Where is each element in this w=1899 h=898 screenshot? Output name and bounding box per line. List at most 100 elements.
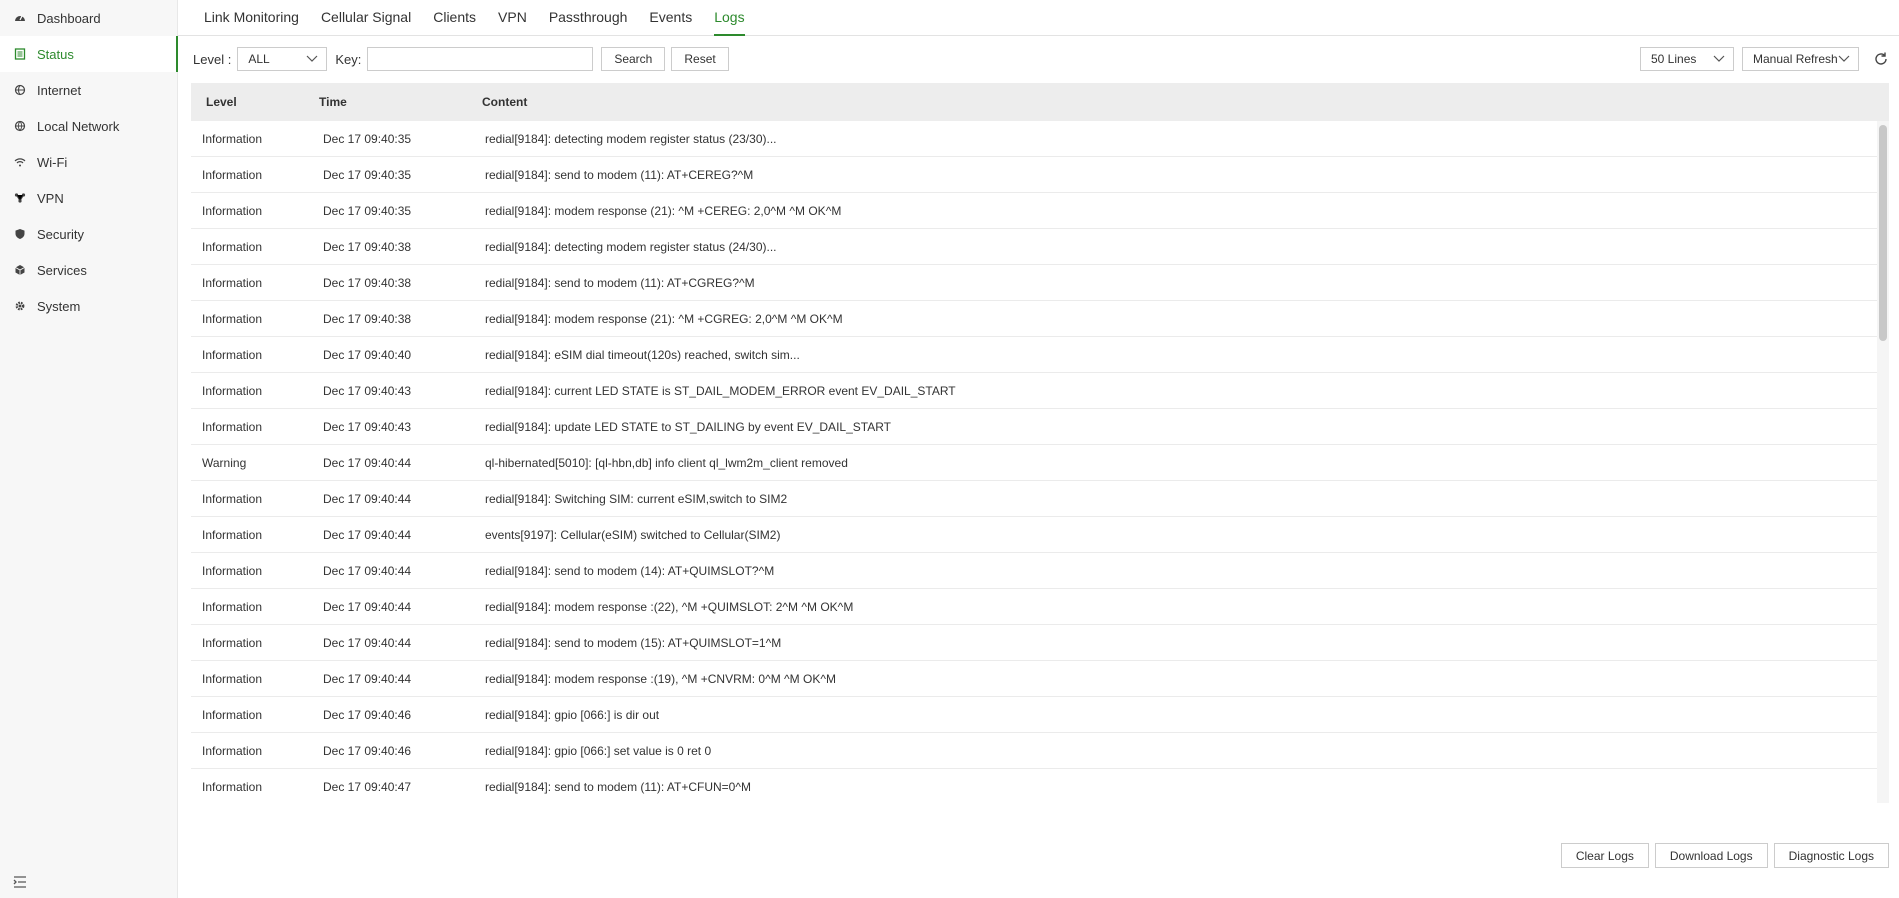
lines-select-value: 50 Lines — [1651, 52, 1697, 66]
content-cell: redial[9184]: detecting modem register s… — [485, 131, 777, 146]
sidebar-item-label: VPN — [37, 190, 64, 206]
table-row: Information Dec 17 09:40:44 redial[9184]: … — [191, 589, 1889, 625]
log-table: Level Time Content Information Dec 17 09:… — [191, 83, 1889, 803]
content-cell: redial[9184]: current LED STATE is ST_DA… — [485, 383, 956, 398]
content-cell: redial[9184]: modem response (21): ^M +C… — [485, 203, 842, 218]
reset-button[interactable]: Reset — [671, 47, 729, 71]
table-row: Warning Dec 17 09:40:44 ql-hibernated[5010… — [191, 445, 1889, 481]
content-cell: redial[9184]: send to modem (15): AT+QUI… — [485, 635, 782, 650]
tab-link-monitoring[interactable]: Link Monitoring — [193, 0, 310, 35]
level-cell: Information — [202, 239, 263, 254]
table-row: Information Dec 17 09:40:35 redial[9184]: … — [191, 121, 1889, 157]
time-cell: Dec 17 09:40:35 — [323, 167, 412, 182]
content-cell: redial[9184]: update LED STATE to ST_DAI… — [485, 419, 891, 434]
content-cell: redial[9184]: send to modem (11): AT+CER… — [485, 167, 754, 182]
download-logs-button[interactable]: Download Logs — [1654, 843, 1768, 868]
content-cell: redial[9184]: detecting modem register s… — [485, 239, 777, 254]
sidebar-item-label: System — [37, 298, 81, 314]
level-select-value: ALL — [248, 52, 270, 66]
table-row: Information Dec 17 09:40:40 redial[9184]: … — [191, 337, 1889, 373]
content-cell: redial[9184]: send to modem (14): AT+QUI… — [485, 563, 775, 578]
refresh-mode-value: Manual Refresh — [1753, 52, 1838, 66]
key-input[interactable] — [367, 47, 594, 71]
wifi-icon — [13, 155, 27, 169]
content-cell: redial[9184]: modem response (21): ^M +C… — [485, 311, 843, 326]
chevron-down-icon — [1838, 55, 1850, 62]
sidebar-item-dashboard[interactable]: Dashboard — [0, 0, 177, 36]
table-scrollbar[interactable] — [1877, 121, 1889, 803]
scrollbar-thumb[interactable] — [1879, 125, 1887, 341]
sidebar-item-status[interactable]: Status — [0, 36, 178, 72]
sidebar-item-wi-fi[interactable]: Wi-Fi — [0, 144, 177, 180]
level-cell: Information — [202, 347, 263, 362]
internet-icon — [13, 83, 27, 97]
content-cell: events[9197]: Cellular(eSIM) switched to… — [485, 527, 781, 542]
sidebar-item-label: Services — [37, 262, 87, 278]
table-row: Information Dec 17 09:40:38 redial[9184]: … — [191, 229, 1889, 265]
tab-cellular-signal[interactable]: Cellular Signal — [310, 0, 422, 35]
sidebar-item-security[interactable]: Security — [0, 216, 177, 252]
time-cell: Dec 17 09:40:44 — [323, 455, 412, 470]
table-header: Level Time Content — [191, 83, 1889, 121]
table-row: Information Dec 17 09:40:44 redial[9184]: … — [191, 553, 1889, 589]
refresh-mode-select[interactable]: Manual Refresh — [1742, 47, 1859, 71]
time-cell: Dec 17 09:40:38 — [323, 239, 412, 254]
time-cell: Dec 17 09:40:44 — [323, 599, 412, 614]
cube-icon — [13, 263, 27, 277]
content-cell: redial[9184]: gpio [066:] is dir out — [485, 707, 660, 722]
table-row: Information Dec 17 09:40:38 redial[9184]: … — [191, 301, 1889, 337]
time-cell: Dec 17 09:40:44 — [323, 671, 412, 686]
sidebar-item-local-network[interactable]: Local Network — [0, 108, 177, 144]
toolbar-right: 50 Lines Manual Refresh — [1640, 47, 1889, 71]
time-cell: Dec 17 09:40:38 — [323, 275, 412, 290]
tab-events[interactable]: Events — [638, 0, 703, 35]
level-cell: Information — [202, 311, 263, 326]
tab-vpn[interactable]: VPN — [487, 0, 538, 35]
level-cell: Information — [202, 527, 263, 542]
table-row: Information Dec 17 09:40:47 redial[9184]: … — [191, 769, 1889, 803]
level-cell: Information — [202, 491, 263, 506]
sidebar-item-label: Security — [37, 226, 84, 242]
tab-clients[interactable]: Clients — [422, 0, 487, 35]
time-cell: Dec 17 09:40:44 — [323, 527, 412, 542]
level-cell: Information — [202, 599, 263, 614]
time-cell: Dec 17 09:40:46 — [323, 743, 412, 758]
content-cell: redial[9184]: send to modem (11): AT+CGR… — [485, 275, 755, 290]
table-row: Information Dec 17 09:40:35 redial[9184]: … — [191, 193, 1889, 229]
sidebar-item-label: Local Network — [37, 118, 120, 134]
clear-logs-button[interactable]: Clear Logs — [1560, 843, 1649, 868]
vpn-icon — [13, 191, 27, 205]
tab-logs[interactable]: Logs — [703, 0, 755, 36]
refresh-icon[interactable] — [1873, 51, 1889, 67]
table-row: Information Dec 17 09:40:38 redial[9184]: … — [191, 265, 1889, 301]
level-cell: Warning — [202, 455, 247, 470]
tab-passthrough[interactable]: Passthrough — [538, 0, 639, 35]
lines-select[interactable]: 50 Lines — [1640, 47, 1734, 71]
time-cell: Dec 17 09:40:35 — [323, 203, 412, 218]
time-cell: Dec 17 09:40:46 — [323, 707, 412, 722]
sidebar-item-label: Internet — [37, 82, 82, 98]
table-row: Information Dec 17 09:40:35 redial[9184]: … — [191, 157, 1889, 193]
time-cell: Dec 17 09:40:44 — [323, 563, 412, 578]
sidebar-item-internet[interactable]: Internet — [0, 72, 177, 108]
search-button[interactable]: Search — [601, 47, 666, 71]
column-header-content: Content — [482, 95, 528, 109]
level-cell: Information — [202, 671, 263, 686]
menu-collapse-icon[interactable] — [12, 874, 28, 890]
level-cell: Information — [202, 707, 263, 722]
content-cell: redial[9184]: gpio [066:] set value is 0… — [485, 743, 712, 758]
sidebar-item-label: Status — [37, 46, 74, 62]
content-cell: ql-hibernated[5010]: [ql-hbn,db] info cl… — [485, 455, 848, 470]
sidebar-item-vpn[interactable]: VPN — [0, 180, 177, 216]
sidebar-item-system[interactable]: System — [0, 288, 177, 324]
level-select[interactable]: ALL — [237, 47, 328, 71]
table-row: Information Dec 17 09:40:43 redial[9184]: … — [191, 409, 1889, 445]
sidebar-item-services[interactable]: Services — [0, 252, 177, 288]
table-row: Information Dec 17 09:40:46 redial[9184]: … — [191, 733, 1889, 769]
table-row: Information Dec 17 09:40:46 redial[9184]: … — [191, 697, 1889, 733]
content-cell: redial[9184]: modem response :(22), ^M +… — [485, 599, 854, 614]
diagnostic-logs-button[interactable]: Diagnostic Logs — [1773, 843, 1889, 868]
level-cell: Information — [202, 131, 263, 146]
log-toolbar: Level : ALL Key: Search Reset 50 Lines M… — [178, 36, 1899, 82]
status-tabs: Link Monitoring Cellular Signal Clients VPN… — [178, 0, 1899, 36]
